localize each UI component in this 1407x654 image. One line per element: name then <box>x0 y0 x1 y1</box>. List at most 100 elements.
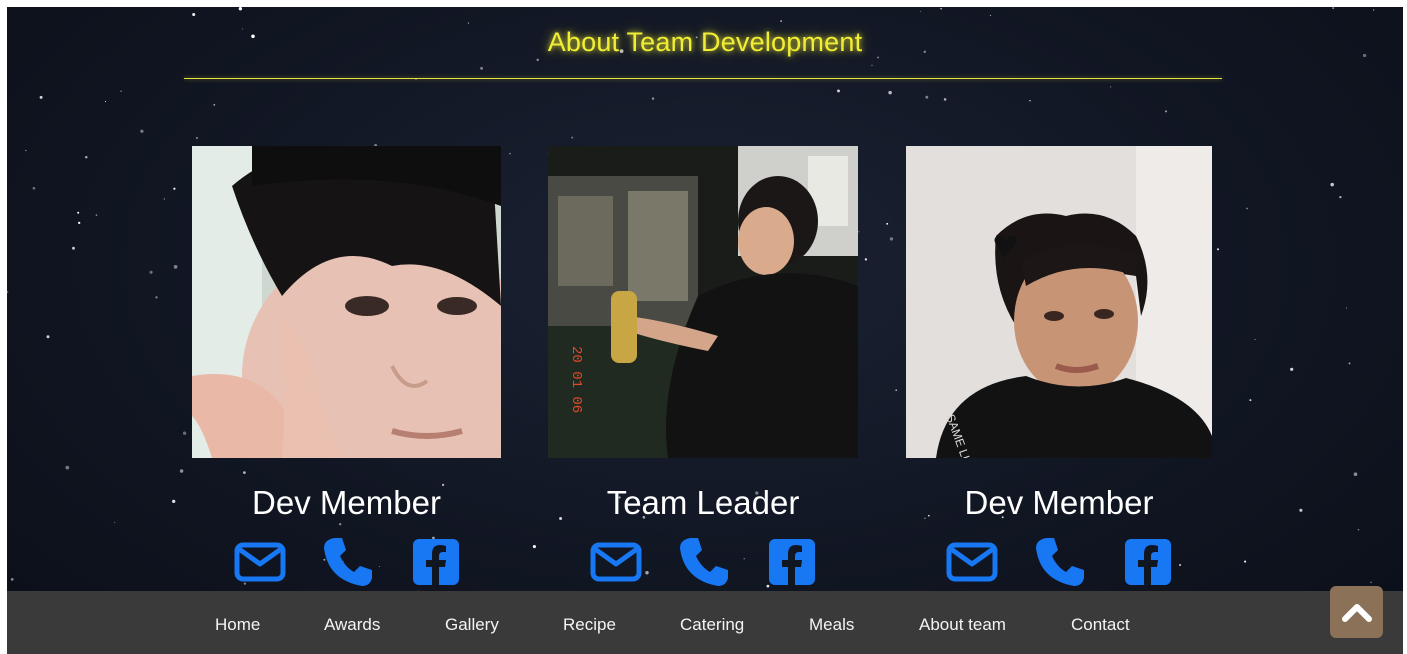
facebook-icon <box>769 539 815 585</box>
section-title: About Team Development <box>547 27 863 57</box>
star <box>886 222 889 225</box>
star <box>1216 248 1220 251</box>
star <box>78 221 81 225</box>
star <box>155 296 158 299</box>
star <box>120 90 122 92</box>
facebook-button[interactable] <box>766 536 818 588</box>
phone-icon <box>324 538 372 586</box>
star <box>864 258 868 261</box>
member-role-1: Dev Member <box>252 484 441 521</box>
star <box>1249 399 1252 402</box>
phone-button[interactable] <box>1034 536 1086 588</box>
star <box>536 58 539 62</box>
star <box>173 187 176 190</box>
star <box>192 12 196 17</box>
star <box>1330 182 1334 187</box>
nav-contact[interactable]: Contact <box>1071 615 1130 635</box>
phone-icon <box>1036 538 1084 586</box>
star <box>871 64 873 66</box>
star <box>32 186 36 190</box>
member-photo-1 <box>192 146 501 458</box>
star <box>780 20 783 23</box>
star <box>943 98 947 101</box>
star <box>77 211 80 214</box>
star <box>837 89 840 93</box>
star <box>532 545 536 549</box>
star <box>889 237 894 241</box>
star <box>65 465 70 470</box>
star <box>173 265 178 269</box>
star <box>1373 9 1375 11</box>
star <box>149 270 153 274</box>
star <box>1353 472 1358 477</box>
star <box>1179 563 1182 567</box>
phone-icon <box>680 538 728 586</box>
star <box>509 152 511 155</box>
facebook-button[interactable] <box>410 536 462 588</box>
member-role-3: Dev Member <box>964 484 1154 521</box>
star <box>114 521 116 524</box>
star <box>1109 86 1112 88</box>
nav-catering[interactable]: Catering <box>680 615 744 635</box>
member-socials-1 <box>234 536 462 588</box>
member-photo-3: SAME LIFE <box>906 146 1212 458</box>
back-to-top-button[interactable] <box>1330 586 1383 638</box>
star <box>72 246 75 250</box>
star <box>989 14 992 17</box>
member-role-2: Team Leader <box>606 484 800 521</box>
star <box>95 214 98 216</box>
star <box>195 136 199 140</box>
star <box>46 335 50 339</box>
star <box>480 66 484 70</box>
star <box>1357 528 1360 531</box>
nav-awards[interactable]: Awards <box>324 615 380 635</box>
star <box>1029 100 1031 102</box>
star <box>651 97 655 100</box>
star <box>1246 207 1248 210</box>
star <box>39 95 43 99</box>
footer-nav-bar: Home Awards Gallery Recipe Catering Meal… <box>7 591 1403 654</box>
svg-text:20 01 06: 20 01 06 <box>568 346 584 413</box>
envelope-icon <box>946 542 998 582</box>
nav-meals[interactable]: Meals <box>809 615 854 635</box>
envelope-icon <box>590 542 642 582</box>
email-button[interactable] <box>946 536 998 588</box>
star <box>1299 508 1303 512</box>
star <box>1332 7 1335 10</box>
chevron-up-icon <box>1341 604 1372 622</box>
star <box>1254 338 1256 341</box>
star <box>1165 110 1167 113</box>
member-photo-2: 20 01 06 <box>548 146 858 458</box>
title-underline <box>184 78 1222 79</box>
star <box>213 104 216 106</box>
email-button[interactable] <box>234 536 286 588</box>
email-button[interactable] <box>590 536 642 588</box>
star <box>85 156 88 159</box>
phone-button[interactable] <box>322 536 374 588</box>
star <box>140 129 144 133</box>
member-socials-2 <box>590 536 818 588</box>
facebook-icon <box>413 539 459 585</box>
star <box>163 198 165 200</box>
nav-home[interactable]: Home <box>215 615 260 635</box>
star <box>571 136 574 139</box>
nav-recipe[interactable]: Recipe <box>563 615 616 635</box>
star <box>104 100 107 103</box>
facebook-button[interactable] <box>1122 536 1174 588</box>
nav-gallery[interactable]: Gallery <box>445 615 499 635</box>
star <box>7 290 9 294</box>
phone-button[interactable] <box>678 536 730 588</box>
star <box>243 471 246 474</box>
nav-about-team[interactable]: About team <box>919 615 1006 635</box>
star <box>895 389 897 391</box>
star <box>858 231 860 233</box>
star <box>1348 362 1351 365</box>
envelope-icon <box>234 542 286 582</box>
star <box>179 469 184 473</box>
star <box>182 431 187 435</box>
star <box>1345 307 1348 309</box>
star <box>1244 560 1247 563</box>
star <box>1339 195 1342 199</box>
star <box>925 95 929 99</box>
star <box>888 90 892 95</box>
